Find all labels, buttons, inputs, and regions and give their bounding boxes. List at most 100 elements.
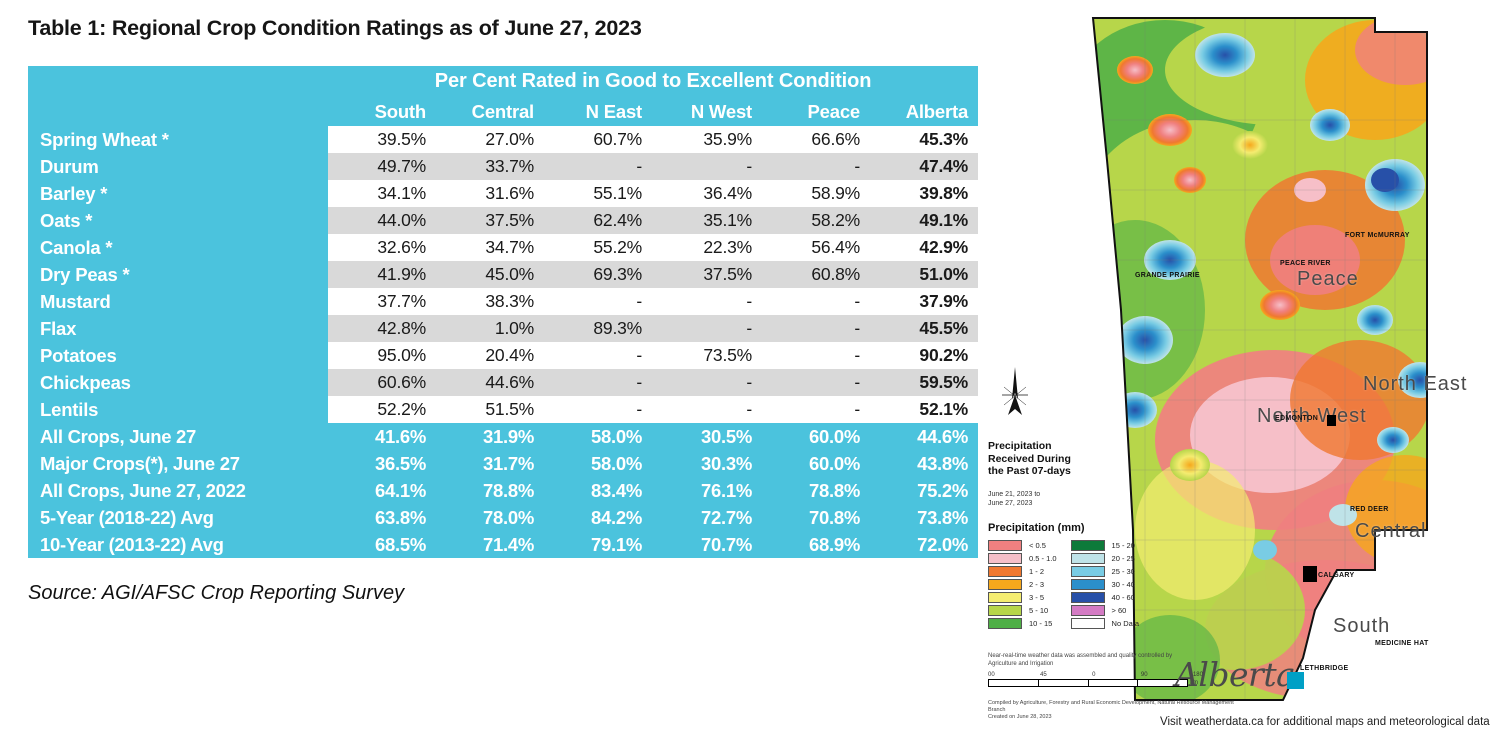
legend-range-label: 40 - 60 [1111,592,1135,602]
table-cell: 33.7% [436,153,544,180]
table-cell: 34.1% [328,180,436,207]
table-cell: 52.2% [328,396,436,423]
row-label: Canola * [28,234,328,261]
table-cell: 45.3% [870,126,979,153]
table-cell: - [762,315,870,342]
table-cell: 49.7% [328,153,436,180]
table-row: Durum 49.7% 33.7% - - -47.4% [28,153,979,180]
table-cell: 47.4% [870,153,979,180]
legend-title-line-3: the Past 07-days [988,465,1071,477]
legend-color-chip [988,552,1022,564]
table-row: Oats * 44.0% 37.5% 62.4% 35.1% 58.2% 49.1% [28,207,979,234]
table-cell: 20.4% [436,342,544,369]
table-cell: 42.9% [870,234,979,261]
table-cell: 1.0% [436,315,544,342]
legend-column-right: 15 - 20 20 - 25 25 - 30 30 - 40 40 - 60 > 60 N… [1070,539,1140,629]
legend-range-label: 15 - 20 [1111,540,1135,550]
summary-row: All Crops, June 27, 2022 64.1% 78.8% 83.4% 7… [28,477,979,504]
legend-item: 1 - 2 [988,565,1057,577]
table-header: Per Cent Rated in Good to Excellent Cond… [28,66,979,126]
table-row: Dry Peas * 41.9% 45.0% 69.3% 37.5% 60.8% 51.0% [28,261,979,288]
table-cell: 35.1% [652,207,762,234]
table-cell: 55.1% [544,180,652,207]
summary-row-label: All Crops, June 27 [28,423,328,450]
legend-color-chip [1070,565,1105,577]
legend-range-label: 25 - 30 [1111,566,1135,576]
legend-item: 40 - 60 [1070,591,1140,603]
table-cell: 62.4% [544,207,652,234]
row-label: Spring Wheat * [28,126,328,153]
table-cell: 59.5% [870,369,979,396]
table-cell: 42.8% [328,315,436,342]
map-panel: Peace North West North East Central Sout… [980,0,1494,744]
legend-color-chip [988,539,1022,551]
table-cell: 39.8% [870,180,979,207]
row-label: Chickpeas [28,369,328,396]
legend-title: Precipitation Received During the Past 0… [988,440,1103,478]
table-cell: 58.9% [762,180,870,207]
table-cell: 89.3% [544,315,652,342]
table-cell: - [652,153,762,180]
source-note: Source: AGI/AFSC Crop Reporting Survey [28,582,405,604]
legend-column-left: < 0.5 0.5 - 1.0 1 - 2 2 - 3 3 - 5 5 - 10 10 - … [988,539,1057,629]
table-row: Spring Wheat * 39.5% 27.0% 60.7% 35.9% 66.6% 4… [28,126,979,153]
summary-cell: 71.4% [436,531,544,558]
map-legend: Precipitation Received During the Past 0… [988,440,1178,629]
scale-segment [1088,680,1139,686]
scale-tick-1: 45 [1040,672,1047,678]
summary-row-label: All Crops, June 27, 2022 [28,477,328,504]
row-label: Barley * [28,180,328,207]
summary-cell: 70.7% [652,531,762,558]
map-city-label-medicine-hat: MEDICINE HAT [1375,640,1429,647]
scale-segment [1038,680,1089,686]
table-cell: - [544,369,652,396]
summary-cell: 36.5% [328,450,436,477]
summary-cell: 30.5% [652,423,762,450]
legend-item: 10 - 15 [988,617,1057,629]
crop-condition-table: Per Cent Rated in Good to Excellent Cond… [28,66,979,558]
summary-cell: 84.2% [544,504,652,531]
summary-row-label: 5-Year (2018-22) Avg [28,504,328,531]
row-label: Dry Peas * [28,261,328,288]
row-label: Mustard [28,288,328,315]
legend-color-chip [988,617,1022,629]
header-span-title: Per Cent Rated in Good to Excellent Cond… [328,66,979,97]
table-cell: - [762,342,870,369]
table-cell: 60.8% [762,261,870,288]
table-cell: 52.1% [870,396,979,423]
map-city-marker-calgary [1303,566,1317,582]
header-corner-cell [28,66,328,126]
table-row: Potatoes 95.0% 20.4% -73.5% -90.2% [28,342,979,369]
map-city-marker-edmonton [1327,415,1336,426]
summary-cell: 44.6% [870,423,979,450]
map-city-label-red-deer: RED DEER [1350,506,1389,513]
scale-tick-3: 90 [1140,672,1148,678]
table-header-span-row: Per Cent Rated in Good to Excellent Cond… [28,66,979,126]
table-row: Chickpeas 60.6% 44.6% - - -59.5% [28,369,979,396]
table-row: Mustard 37.7% 38.3% - - -37.9% [28,288,979,315]
alberta-wordmark-text: Alberta [1175,655,1296,694]
legend-range-label: 3 - 5 [1029,592,1045,602]
table-body-crops: Spring Wheat * 39.5% 27.0% 60.7% 35.9% 66.6% 4… [28,126,979,423]
summary-cell: 72.0% [870,531,979,558]
legend-item: 25 - 30 [1070,565,1140,577]
table-cell: 39.5% [328,126,436,153]
table-row: Flax 42.8% 1.0% 89.3% - -45.5% [28,315,979,342]
summary-row: Major Crops(*), June 27 36.5% 31.7% 58.0% 30… [28,450,979,477]
summary-row: All Crops, June 27 41.6% 31.9% 58.0% 30.5% 60… [28,423,979,450]
table-cell: 37.9% [870,288,979,315]
table-cell: 55.2% [544,234,652,261]
legend-range-label: 30 - 40 [1111,579,1135,589]
scale-tick-labels: 00 45 0 90 180 [988,672,1203,678]
legend-color-chip [988,591,1022,603]
table-cell: - [652,315,762,342]
table-cell: 51.0% [870,261,979,288]
table-cell: 90.2% [870,342,979,369]
summary-cell: 58.0% [544,423,652,450]
table-cell: - [762,153,870,180]
alberta-wordmark: Alberta [1175,655,1304,703]
table-panel: Table 1: Regional Crop Condition Ratings… [0,0,990,744]
legend-range-label: 20 - 25 [1111,553,1135,563]
legend-item: 0.5 - 1.0 [988,552,1057,564]
table-row: Barley * 34.1% 31.6% 55.1% 36.4% 58.9% 39.8% [28,180,979,207]
